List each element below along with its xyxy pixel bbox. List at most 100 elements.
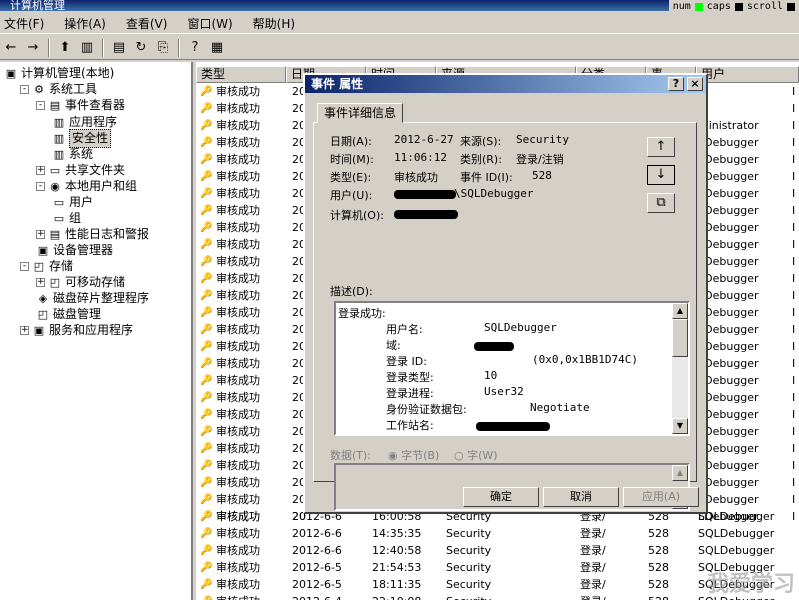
collapse-icon[interactable]: - [36,182,45,191]
audit-success-icon: 🔑 [200,528,213,539]
forward-icon[interactable]: → [24,39,42,57]
scroll-down-icon[interactable]: ▼ [672,418,688,434]
description-key: 用户名: [386,323,423,336]
description-scrollbar[interactable]: ▲ ▼ [672,303,688,434]
tree-item[interactable]: ◰ 磁盘管理 [36,306,101,323]
event-source-cell: Security [446,527,492,540]
event-user-cell: LDebugger [698,374,759,387]
audit-success-icon: 🔑 [200,358,213,369]
source-label: 来源(S): [460,135,502,148]
menu-action[interactable]: 操作(A) [64,15,106,32]
event-type-cell: 审核成功 [216,459,260,472]
export-icon[interactable]: ⎘ [154,39,172,57]
tree-item[interactable]: + ▣ 服务和应用程序 [20,322,133,339]
table-row[interactable]: 🔑 审核成功 2012-6-6 12:40:58 Security 登录/528 SQLDe… [196,542,799,559]
properties-icon[interactable]: ▤ [110,39,128,57]
event-type-cell: 审核成功 [216,187,260,200]
cancel-button[interactable]: 取消 [543,487,619,507]
collapse-icon[interactable]: - [20,262,29,271]
expand-icon[interactable]: + [36,166,45,175]
event-type-cell: 审核成功 [216,561,260,574]
tree-item[interactable]: + ◰ 可移动存储 [36,274,125,291]
menu-view[interactable]: 查看(V) [126,15,168,32]
menu-window[interactable]: 窗口(W) [187,15,232,32]
tree-node-icon: ◉ [50,180,60,193]
previous-event-button[interactable]: ↑ [647,137,675,157]
scroll-up-icon[interactable]: ▲ [672,303,688,319]
computer-label: 计算机(O): [330,209,384,222]
tree-node-icon: ◈ [38,292,48,305]
menu-bar: 文件(F) 操作(A) 查看(V) 窗口(W) 帮助(H) [0,14,799,34]
tree-item[interactable]: + ▤ 性能日志和警报 [36,226,149,243]
event-category-cell: 登录/ [580,544,606,557]
tree-item[interactable]: ▥ 系统 [52,146,93,163]
event-type-cell: 审核成功 [216,493,260,506]
audit-success-icon: 🔑 [200,137,213,148]
console-icon[interactable]: ▦ [208,39,226,57]
help-icon[interactable]: ? [186,39,204,57]
time-label: 时间(M): [330,153,374,166]
event-type-cell: 审核成功 [216,306,260,319]
audit-success-icon: 🔑 [200,171,213,182]
details-panel: 日期(A): 2012-6-27 来源(S): Security 时间(M): … [313,122,697,511]
time-value: 11:06:12 [394,151,447,164]
copy-event-button[interactable]: ⧉ [647,193,675,213]
tree-item[interactable]: - ▤ 事件查看器 [36,97,125,114]
event-type-cell: 审核成功 [216,272,260,285]
show-tree-icon[interactable]: ▥ [78,39,96,57]
tree-item[interactable]: ▭ 组 [52,210,81,227]
ok-button[interactable]: 确定 [463,487,539,507]
audit-success-icon: 🔑 [200,477,213,488]
menu-file[interactable]: 文件(F) [4,15,44,32]
tree-item[interactable]: + ▭ 共享文件夹 [36,162,125,179]
event-computer-cell: I [792,323,796,336]
back-icon[interactable]: ← [2,39,20,57]
help-button[interactable]: ? [668,77,684,91]
tree-node-icon: ▥ [53,148,65,161]
collapse-icon[interactable]: - [20,85,29,94]
tree-item-label: 共享文件夹 [65,163,126,177]
audit-success-icon: 🔑 [200,290,213,301]
column-header[interactable]: 类型 [196,66,286,83]
event-source-cell: Security [446,578,492,591]
tree-item[interactable]: - ◰ 存储 [20,258,73,275]
expand-icon[interactable]: + [20,326,29,335]
words-radio[interactable]: ○ 字(W) [454,447,498,463]
table-row[interactable]: 🔑 审核成功 2012-6-6 14:35:35 Security 登录/528 SQLDe… [196,525,799,542]
collapse-icon[interactable]: - [36,101,45,110]
column-header[interactable]: 用户 [696,66,799,83]
type-value: 审核成功 [394,171,438,184]
expand-icon[interactable]: + [36,230,45,239]
event-category-cell: 登录/ [580,578,606,591]
scroll-thumb[interactable] [672,319,688,357]
tree-item-label: 服务和应用程序 [49,323,134,337]
description-key: 登录类型: [386,371,434,384]
tree-item[interactable]: ▣ 设备管理器 [36,242,113,259]
tree-node-icon: ◰ [37,308,49,321]
close-button[interactable]: × [687,77,703,91]
tree-item[interactable]: ▣ 计算机管理(本地) [4,65,115,82]
tree-item[interactable]: ◈ 磁盘碎片整理程序 [36,290,149,307]
event-computer-cell: I [792,391,796,404]
up-folder-icon[interactable]: ⬆ [56,39,74,57]
refresh-icon[interactable]: ↻ [132,39,150,57]
tree-item[interactable]: ▭ 用户 [52,194,93,211]
bytes-radio[interactable]: ◉ 字节(B) [388,447,439,463]
event-source-cell: Security [446,544,492,557]
event-id-cell: 528 [648,527,669,540]
tree-item[interactable]: ▥ 安全性 [52,129,112,148]
menu-help[interactable]: 帮助(H) [253,15,295,32]
date-label: 日期(A): [330,135,372,148]
description-box[interactable]: 登录成功: ▲ ▼ 用户名: SQLDebugger 域: 登录 ID: (0x0,0x… [334,301,690,436]
toolbar-separator [48,38,50,57]
audit-success-icon: 🔑 [200,222,213,233]
tree-item-label: 磁盘管理 [53,307,102,321]
next-event-button[interactable]: ↓ [647,165,675,185]
tree-item[interactable]: - ◉ 本地用户和组 [36,178,137,195]
tree-item[interactable]: - ⚙ 系统工具 [20,81,97,98]
expand-icon[interactable]: + [36,278,45,287]
tab-event-details[interactable]: 事件详细信息 [317,103,404,123]
apply-button[interactable]: 应用(A) [623,487,699,507]
dialog-title: 事件 属性 ? × [305,75,706,93]
audit-success-icon: 🔑 [200,511,213,522]
